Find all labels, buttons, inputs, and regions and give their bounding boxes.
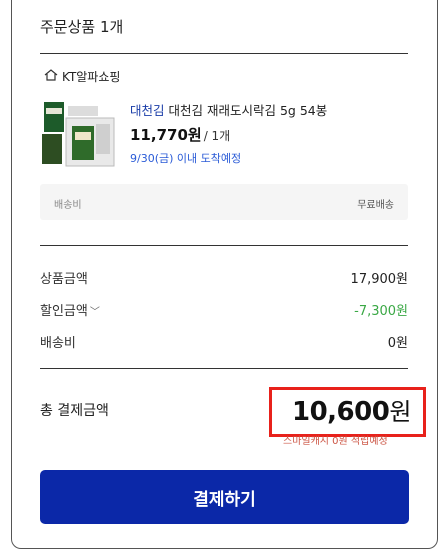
product-price-line: 11,770원/ 1개 (130, 124, 230, 145)
summary-value: 0원 (387, 336, 408, 351)
pay-button[interactable]: 결제하기 (40, 470, 409, 524)
shipping-box: 배송비 무료배송 (40, 184, 408, 220)
total-amount: 10,600 (292, 397, 390, 427)
summary-value: 17,900원 (350, 272, 408, 287)
summary-label: 배송비 (40, 336, 76, 351)
product-image[interactable] (42, 98, 120, 174)
chevron-down-icon[interactable]: ﹀ (90, 303, 100, 318)
product-name: 대천김 재래도시락김 5g 54봉 (168, 103, 328, 118)
total-label: 총 결제금액 (40, 403, 109, 419)
product-qty: / 1개 (203, 129, 231, 143)
divider (40, 53, 408, 54)
order-title: 주문상품 1개 (40, 18, 124, 36)
summary-row-discount[interactable]: 할인금액 ﹀ -7,300원 (40, 300, 408, 319)
delivery-eta: 9/30(금) 이내 도착예정 (130, 152, 242, 165)
divider (40, 245, 408, 246)
total-unit: 원 (389, 398, 411, 426)
points-note: 스마일캐시 0원 적립예정 (283, 436, 388, 447)
summary-row-shipping: 배송비 0원 (40, 332, 408, 351)
product-brand[interactable]: 대천김 (130, 103, 165, 118)
total-amount-line: 10,600원 (292, 392, 411, 427)
shipping-value: 무료배송 (357, 200, 394, 211)
home-icon (44, 69, 58, 84)
summary-label: 할인금액 (40, 304, 88, 319)
seller-name: KT알파쇼핑 (62, 70, 121, 84)
seller-link[interactable]: KT알파쇼핑 (44, 68, 120, 85)
summary-row-item-price: 상품금액 17,900원 (40, 268, 408, 287)
product-name-line[interactable]: 대천김 대천김 재래도시락김 5g 54봉 (130, 100, 327, 119)
shipping-label: 배송비 (54, 200, 82, 211)
summary-value: -7,300원 (354, 304, 408, 319)
divider (40, 368, 408, 369)
summary-label: 상품금액 (40, 272, 88, 287)
product-price: 11,770원 (130, 126, 202, 144)
